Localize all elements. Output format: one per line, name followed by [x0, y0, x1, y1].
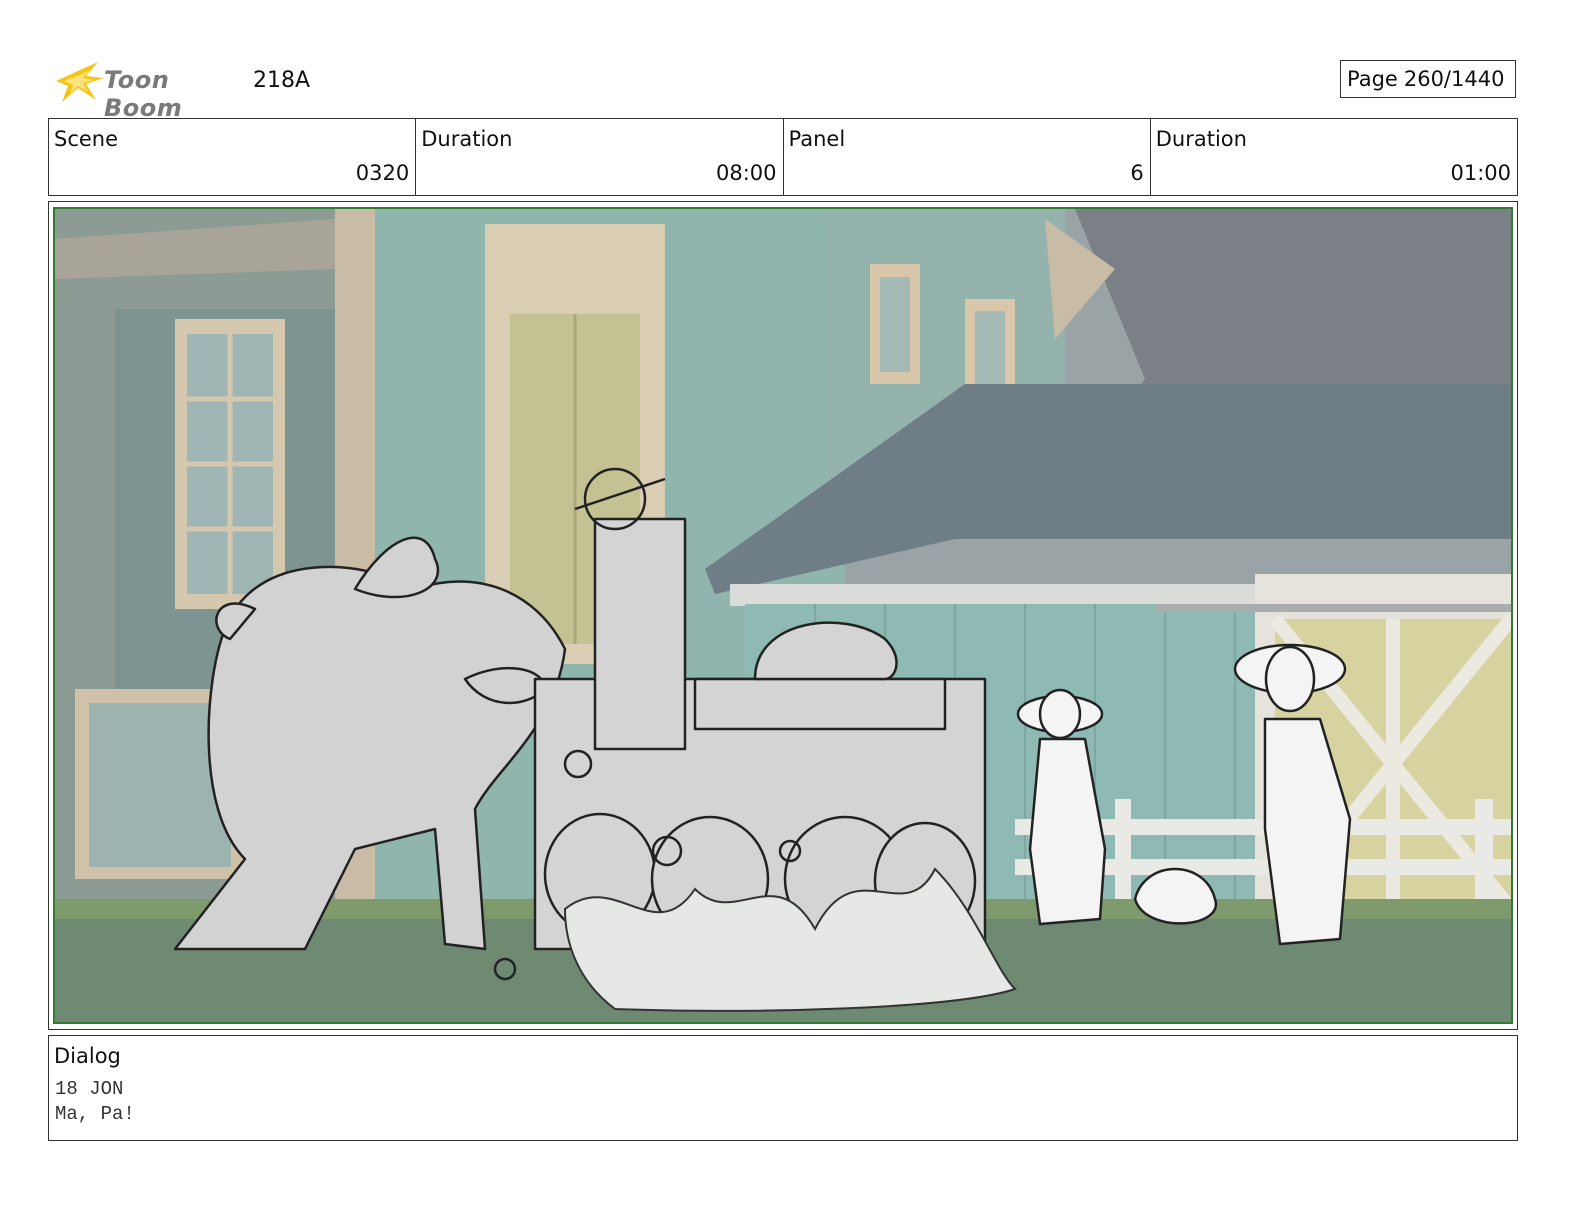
- dialog-title: Dialog: [54, 1044, 121, 1068]
- page-indicator: Page 260/1440: [1340, 60, 1516, 98]
- scene-duration-cell: Duration 08:00: [415, 119, 782, 195]
- scene-info-table: Scene 0320 Duration 08:00 Panel 6 Durati…: [48, 118, 1518, 196]
- starburst-icon: [56, 62, 104, 102]
- dialog-line-text: Ma, Pa!: [55, 1103, 135, 1125]
- scene-duration-value: 08:00: [715, 161, 777, 185]
- dialog-box: Dialog 18 JON Ma, Pa!: [48, 1035, 1518, 1141]
- page-label: Page: [1347, 67, 1398, 91]
- scene-cell: Scene 0320: [49, 119, 415, 195]
- page-value: 260/1440: [1403, 67, 1505, 91]
- panel-frame: [48, 201, 1518, 1030]
- panel-value: 6: [1130, 161, 1144, 185]
- panel-duration-label: Duration: [1155, 127, 1247, 151]
- panel-cell: Panel 6: [782, 119, 1150, 195]
- farm-scene-illustration: [55, 209, 1511, 1022]
- scene-value: 0320: [355, 161, 410, 185]
- dialog-line-speaker: 18 JON: [55, 1078, 124, 1100]
- panel-label: Panel: [788, 127, 846, 151]
- project-id: 218A: [253, 68, 311, 93]
- storyboard-panel-image: [53, 207, 1513, 1024]
- scene-duration-label: Duration: [421, 127, 513, 151]
- logo-text: Toon Boom: [104, 66, 183, 122]
- panel-duration-value: 01:00: [1450, 161, 1511, 185]
- toon-boom-logo: Toon Boom: [50, 56, 240, 122]
- panel-duration-cell: Duration 01:00: [1149, 119, 1517, 195]
- scene-label: Scene: [54, 127, 119, 151]
